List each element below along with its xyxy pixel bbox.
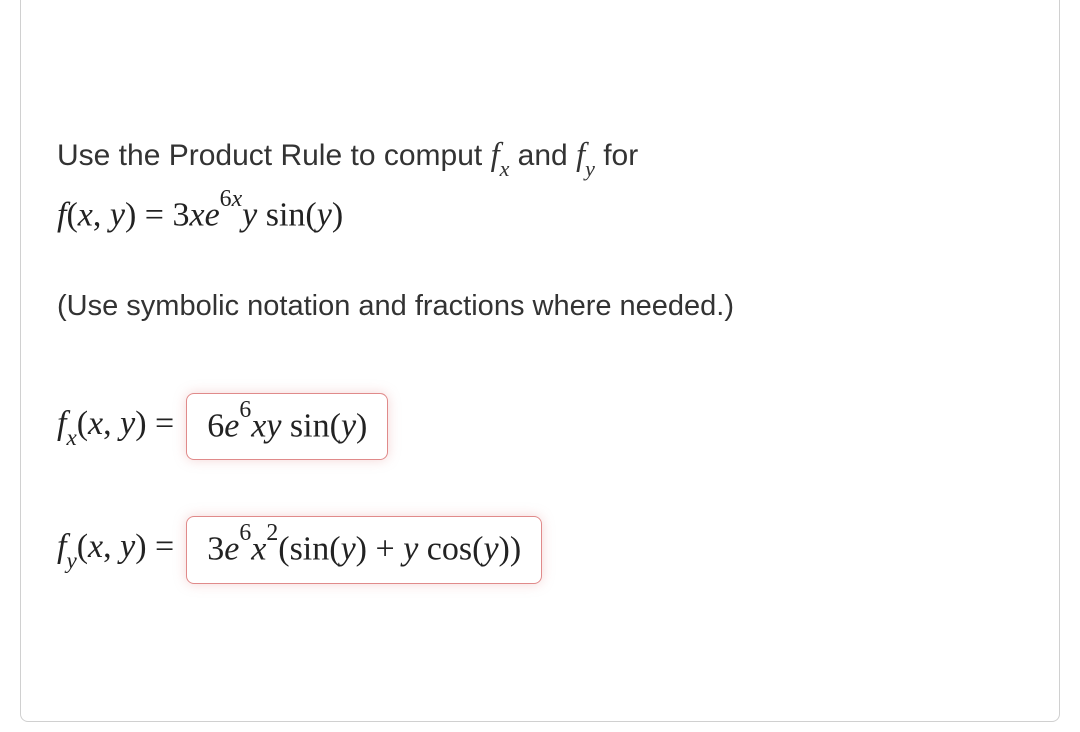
hint-text: (Use symbolic notation and fractions whe… — [57, 290, 1023, 323]
fx-symbol: fx — [491, 137, 510, 173]
prompt-text-2: and — [509, 139, 576, 172]
fx-answer-row: fx(x, y) = 6e6xy sin(y) — [57, 393, 1023, 460]
fy-answer-input[interactable]: 3e6x2(sin(y) + y cos(y)) — [186, 516, 542, 583]
fy-label: fy(x, y) = — [57, 528, 174, 572]
fy-answer-row: fy(x, y) = 3e6x2(sin(y) + y cos(y)) — [57, 516, 1023, 583]
prompt-text-1: Use the Product Rule to comput — [57, 139, 491, 172]
fx-label: fx(x, y) = — [57, 405, 174, 449]
function-definition: f(x, y) = 3xe6xy sin(y) — [57, 193, 1023, 234]
fy-symbol: fy — [576, 137, 595, 173]
question-card: Use the Product Rule to comput fx and fy… — [20, 0, 1060, 722]
prompt-text-3: for — [595, 139, 638, 172]
fx-answer-input[interactable]: 6e6xy sin(y) — [186, 393, 388, 460]
problem-statement: Use the Product Rule to comput fx and fy… — [57, 130, 1023, 183]
